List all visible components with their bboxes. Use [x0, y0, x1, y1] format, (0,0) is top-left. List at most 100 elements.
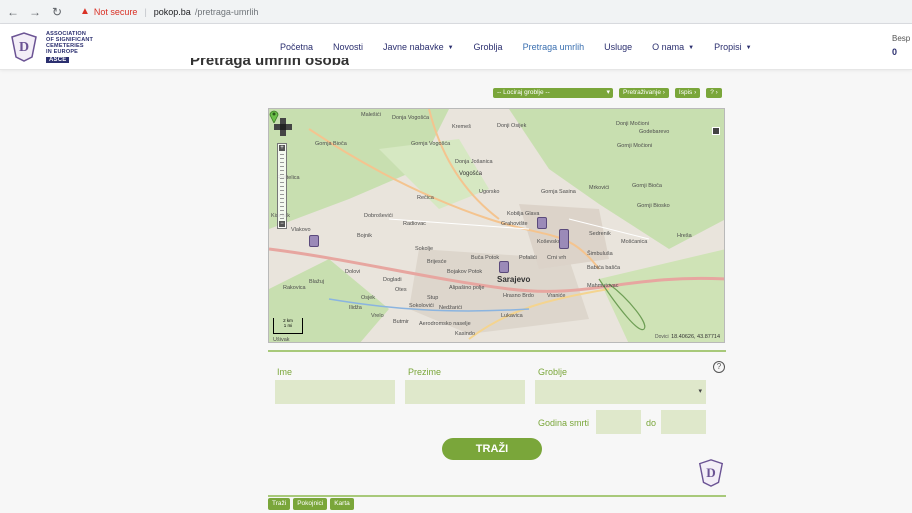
map-place-label: Butmir	[393, 319, 409, 325]
search-button[interactable]: TRAŽI	[442, 438, 542, 460]
menu-item-pretraga-umrlih[interactable]: Pretraga umrlih	[513, 42, 595, 52]
url-path: /pretraga-umrlih	[194, 6, 259, 17]
map-place-label: Vraniće	[547, 293, 566, 299]
death-year-label: Godina smrti	[538, 418, 590, 428]
map-place-label: Šimbuluša	[587, 251, 613, 257]
tab-search[interactable]: Traži	[268, 498, 291, 510]
first-name-input[interactable]	[275, 380, 395, 404]
map-place-label: Vrelo	[371, 313, 384, 319]
map-place-label: Ugorsko	[479, 189, 500, 195]
zoom-out-icon[interactable]: −	[279, 221, 285, 227]
cemetery-marker-icon[interactable]	[499, 261, 509, 273]
url-domain: pokop.ba	[153, 6, 191, 17]
warning-icon: ▲	[80, 6, 90, 17]
map-place-label: Pofalići	[519, 255, 537, 261]
svg-text:D: D	[19, 40, 29, 55]
last-name-input[interactable]	[405, 380, 525, 404]
map-coordinates: 18.40626, 43.87714	[671, 334, 720, 340]
cemetery-logo-icon: D	[698, 459, 724, 487]
search-panel-button[interactable]: Pretraživanje ›	[619, 88, 669, 98]
map-place-label: Grahovište	[501, 221, 528, 227]
page-title: Pretraga umrlih osoba	[190, 58, 350, 69]
map-place-label: Alipašino polje	[449, 285, 485, 291]
layer-switcher-icon[interactable]	[712, 127, 720, 135]
caret-down-icon: ▼	[745, 44, 752, 51]
help-circle-icon[interactable]: ?	[713, 361, 725, 373]
map-place-label: Aerodromsko naselje	[419, 321, 471, 327]
map-place-label: Donji Osijek	[497, 123, 527, 129]
cemetery-marker-icon[interactable]	[309, 235, 319, 247]
back-icon[interactable]: ←	[6, 5, 20, 19]
tab-deceased[interactable]: Pokojnici	[293, 498, 328, 510]
zoom-control[interactable]: + −	[277, 143, 287, 229]
tab-map[interactable]: Karta	[330, 498, 354, 510]
browser-toolbar: ← → ↻ ▲ Not secure | pokop.ba/pretraga-u…	[0, 0, 912, 24]
death-year-from-input[interactable]	[596, 410, 641, 434]
site-logo[interactable]: D ASSOCIATION OF SIGNIFICANT CEMETERIES …	[8, 30, 114, 64]
map-place-label: Ilidža	[349, 305, 362, 311]
map-place-label: Brijesće	[427, 259, 447, 265]
site-header: D ASSOCIATION OF SIGNIFICANT CEMETERIES …	[0, 24, 912, 70]
results-tabs: Traži Pokojnici Karta	[268, 498, 354, 510]
map-place-label: Hreša	[677, 233, 692, 239]
map-place-label: Gornji Močioni	[617, 143, 653, 149]
reload-icon[interactable]: ↻	[50, 5, 64, 19]
map-place-label: Koševsko	[537, 239, 561, 245]
map-city-label: Sarajevo	[497, 275, 531, 284]
map-place-label: Osjek	[361, 295, 376, 301]
url-separator: |	[144, 6, 147, 17]
map-place-label: Godebarevo	[639, 129, 670, 135]
cemetery-map[interactable]: Malešići Donja Vogošća Donji Močioni Gor…	[268, 108, 725, 343]
map-place-label: Sedrenik	[589, 231, 611, 237]
zoom-slider[interactable]	[280, 154, 284, 220]
form-divider-bottom	[268, 495, 726, 497]
help-button[interactable]: ? ›	[706, 88, 722, 98]
map-place-label: Rečica	[417, 195, 434, 201]
map-place-label: Blažuj	[309, 279, 324, 285]
print-button[interactable]: Ispis ›	[674, 88, 701, 98]
map-place-label: Gornja Sasina	[541, 189, 576, 195]
last-name-label: Prezime	[408, 367, 442, 377]
menu-item-propisi[interactable]: Propisi ▼	[704, 42, 761, 52]
map-place-label: Malešići	[361, 112, 381, 118]
form-divider-top	[268, 350, 726, 352]
menu-item-groblja[interactable]: Groblja	[464, 42, 513, 52]
map-place-label: Gornji Biosko	[637, 203, 670, 209]
map-attribution: Dovici	[655, 334, 669, 340]
map-place-label: Gornja Bioča	[315, 141, 347, 147]
menu-item-pocetna[interactable]: Početna	[270, 42, 323, 52]
caret-down-icon: ▼	[447, 44, 454, 51]
map-place-label: Rakovica	[283, 285, 306, 291]
death-year-to-input[interactable]	[661, 410, 706, 434]
map-place-label: Kobilja Glava	[507, 211, 540, 217]
header-right-info: Besp 0	[892, 34, 911, 57]
menu-item-o-nama[interactable]: O nama ▼	[642, 42, 704, 52]
caret-down-icon: ▼	[688, 44, 695, 51]
logo-text: ASSOCIATION OF SIGNIFICANT CEMETERIES IN…	[46, 31, 94, 63]
menu-item-novosti[interactable]: Novosti	[323, 42, 373, 52]
location-pin-icon[interactable]	[269, 109, 279, 123]
map-place-label: Otes	[395, 287, 407, 293]
map-place-label: Nedžarići	[439, 305, 462, 311]
map-place-label: Babića bašča	[587, 265, 621, 271]
zoom-in-icon[interactable]: +	[279, 145, 285, 151]
map-place-label: Hrasno Brdo	[503, 293, 534, 299]
death-year-to-label: do	[646, 418, 657, 428]
address-bar[interactable]: ▲ Not secure | pokop.ba/pretraga-umrlih	[72, 3, 266, 21]
map-place-label: Vogošća	[459, 171, 483, 177]
locate-cemetery-select[interactable]: -- Lociraj groblje --	[493, 88, 613, 98]
forward-icon[interactable]: →	[28, 5, 42, 19]
map-place-label: Stup	[427, 295, 439, 301]
cemetery-marker-icon[interactable]	[559, 229, 569, 249]
map-place-label: Buča Potok	[471, 255, 500, 261]
map-place-label: Sokolovići	[409, 303, 434, 309]
map-place-label: Donja Vogošća	[392, 115, 429, 121]
map-place-label: Donja Jošanica	[455, 159, 493, 165]
map-place-label: Donji Močioni	[616, 121, 650, 127]
menu-item-javne-nabavke[interactable]: Javne nabavke ▼	[373, 42, 464, 52]
map-place-label: Mahmutovac	[587, 283, 619, 289]
map-place-label: Gornji Bioča	[632, 183, 662, 189]
cemetery-select[interactable]	[535, 380, 706, 404]
cemetery-marker-icon[interactable]	[537, 217, 547, 229]
menu-item-usluge[interactable]: Usluge	[594, 42, 642, 52]
